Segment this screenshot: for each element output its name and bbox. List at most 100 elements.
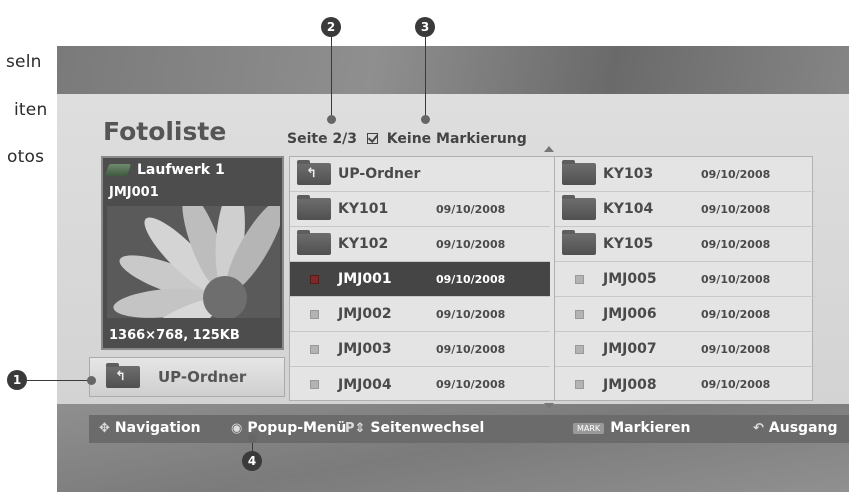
list-item[interactable]: JMJ006 09/10/2008	[555, 297, 815, 332]
mark-label: Markieren	[610, 420, 691, 436]
callout-1: 1	[7, 370, 27, 390]
item-name: KY103	[603, 166, 654, 182]
callout-2-dot	[327, 115, 336, 124]
item-date: 09/10/2008	[701, 167, 771, 181]
nav-hint-mark: MARK Markieren	[573, 420, 690, 436]
callout-3: 3	[415, 17, 435, 37]
item-name: KY104	[603, 201, 654, 217]
folder-icon	[297, 195, 331, 220]
item-name: JMJ002	[338, 306, 392, 322]
page-up-down-icon: P⇕	[345, 420, 366, 436]
item-name: KY105	[603, 236, 654, 252]
item-date: 09/10/2008	[436, 378, 506, 391]
scroll-up-arrow-icon[interactable]	[544, 146, 554, 152]
screen-top-band	[57, 46, 849, 94]
page-number: Seite 2/3	[287, 131, 358, 147]
item-date: 09/10/2008	[701, 378, 771, 391]
marking-status: Keine Markierung	[386, 131, 527, 147]
page-title: Fotoliste	[103, 117, 227, 146]
item-name: UP-Ordner	[338, 166, 421, 182]
callout-2: 2	[321, 17, 341, 37]
drive-row: Laufwerk 1	[104, 162, 225, 178]
scroll-down-arrow-icon[interactable]	[544, 403, 554, 409]
list-item[interactable]: KY102 09/10/2008	[290, 227, 550, 262]
item-name: JMJ008	[603, 376, 657, 393]
arrow-pad-icon: ✥	[99, 420, 110, 436]
callout-2-line	[331, 37, 332, 119]
return-icon: ↶	[753, 420, 764, 436]
item-date: 09/10/2008	[701, 272, 771, 286]
item-date: 09/10/2008	[436, 272, 506, 286]
list-item-selected[interactable]: JMJ001 09/10/2008	[290, 262, 550, 297]
item-date: 09/10/2008	[436, 307, 506, 321]
mark-key-icon: MARK	[573, 422, 605, 434]
nav-hint-navigation: ✥ Navigation	[99, 420, 201, 436]
folder-icon	[562, 195, 596, 220]
ok-button-icon: ◉	[231, 420, 243, 436]
photo-file-icon	[309, 274, 319, 284]
up-folder-button[interactable]: ↰ UP-Ordner	[89, 357, 285, 397]
list-item[interactable]: JMJ003 09/10/2008	[290, 332, 550, 367]
item-date: 09/10/2008	[436, 237, 506, 251]
side-text-2: iten	[14, 100, 48, 120]
nav-hint-page-change: P⇕ Seitenwechsel	[345, 420, 484, 436]
photo-file-icon	[574, 309, 584, 319]
nav-hint-popup: ◉ Popup-Menü	[231, 420, 346, 436]
photo-file-icon	[574, 380, 584, 389]
photo-file-icon	[309, 344, 319, 354]
item-date: 09/10/2008	[701, 237, 771, 251]
item-name: JMJ004	[338, 376, 392, 393]
navigation-label: Navigation	[114, 420, 201, 436]
list-item[interactable]: JMJ008 09/10/2008	[555, 367, 815, 402]
list-item[interactable]: JMJ002 09/10/2008	[290, 297, 550, 332]
item-name: JMJ007	[603, 341, 657, 357]
callout-4-dot	[248, 434, 257, 443]
folder-icon	[297, 230, 331, 255]
list-item[interactable]: KY101 09/10/2008	[290, 192, 550, 227]
list-item[interactable]: JMJ004 09/10/2008	[290, 367, 550, 402]
photo-file-icon	[309, 309, 319, 319]
list-item[interactable]: KY105 09/10/2008	[555, 227, 815, 262]
exit-label: Ausgang	[768, 420, 838, 436]
item-date: 09/10/2008	[436, 342, 506, 356]
list-item[interactable]: ↰ UP-Ordner	[290, 157, 550, 192]
nav-hint-exit: ↶ Ausgang	[753, 420, 838, 436]
item-date: 09/10/2008	[701, 342, 771, 356]
item-date: 09/10/2008	[436, 202, 506, 216]
up-folder-icon: ↰	[297, 160, 331, 185]
side-text-3: otos	[7, 147, 45, 167]
usb-drive-icon	[104, 164, 132, 176]
side-text-1: seln	[6, 52, 42, 72]
drive-label: Laufwerk 1	[137, 162, 225, 178]
list-item[interactable]: JMJ007 09/10/2008	[555, 332, 815, 367]
up-folder-icon: ↰	[106, 363, 140, 388]
folder-icon	[562, 160, 596, 185]
tv-screen: Fotoliste Seite 2/3 Keine Markierung Lau…	[57, 46, 849, 492]
item-name: JMJ005	[603, 271, 657, 287]
photo-file-icon	[574, 274, 584, 284]
item-name: JMJ006	[603, 306, 657, 322]
item-name: KY101	[338, 201, 389, 217]
file-list: ↰ UP-Ordner KY101 09/10/2008 KY102 09/10…	[289, 156, 815, 402]
page-info: Seite 2/3 Keine Markierung	[287, 131, 527, 147]
preview-filename: JMJ001	[109, 185, 159, 200]
page-change-label: Seitenwechsel	[370, 420, 485, 436]
photo-thumbnail	[107, 206, 280, 318]
callout-1-dot	[87, 376, 96, 385]
callout-3-line	[425, 37, 426, 119]
item-name: JMJ001	[338, 271, 392, 287]
checkbox-icon	[366, 133, 378, 144]
callout-3-dot	[421, 115, 430, 124]
popup-menu-label: Popup-Menü	[247, 420, 347, 436]
item-date: 09/10/2008	[701, 202, 771, 216]
callout-4: 4	[242, 451, 262, 471]
callout-1-line	[27, 380, 91, 381]
folder-icon	[562, 230, 596, 255]
list-item[interactable]: KY104 09/10/2008	[555, 192, 815, 227]
list-item[interactable]: KY103 09/10/2008	[555, 157, 815, 192]
item-date: 09/10/2008	[701, 307, 771, 321]
remote-key-bar: ✥ Navigation ◉ Popup-Menü P⇕ Seitenwechs…	[89, 415, 849, 443]
item-name: JMJ003	[338, 341, 392, 357]
preview-panel: Laufwerk 1 JMJ001 1366×768, 125KB	[101, 156, 284, 350]
list-item[interactable]: JMJ005 09/10/2008	[555, 262, 815, 297]
